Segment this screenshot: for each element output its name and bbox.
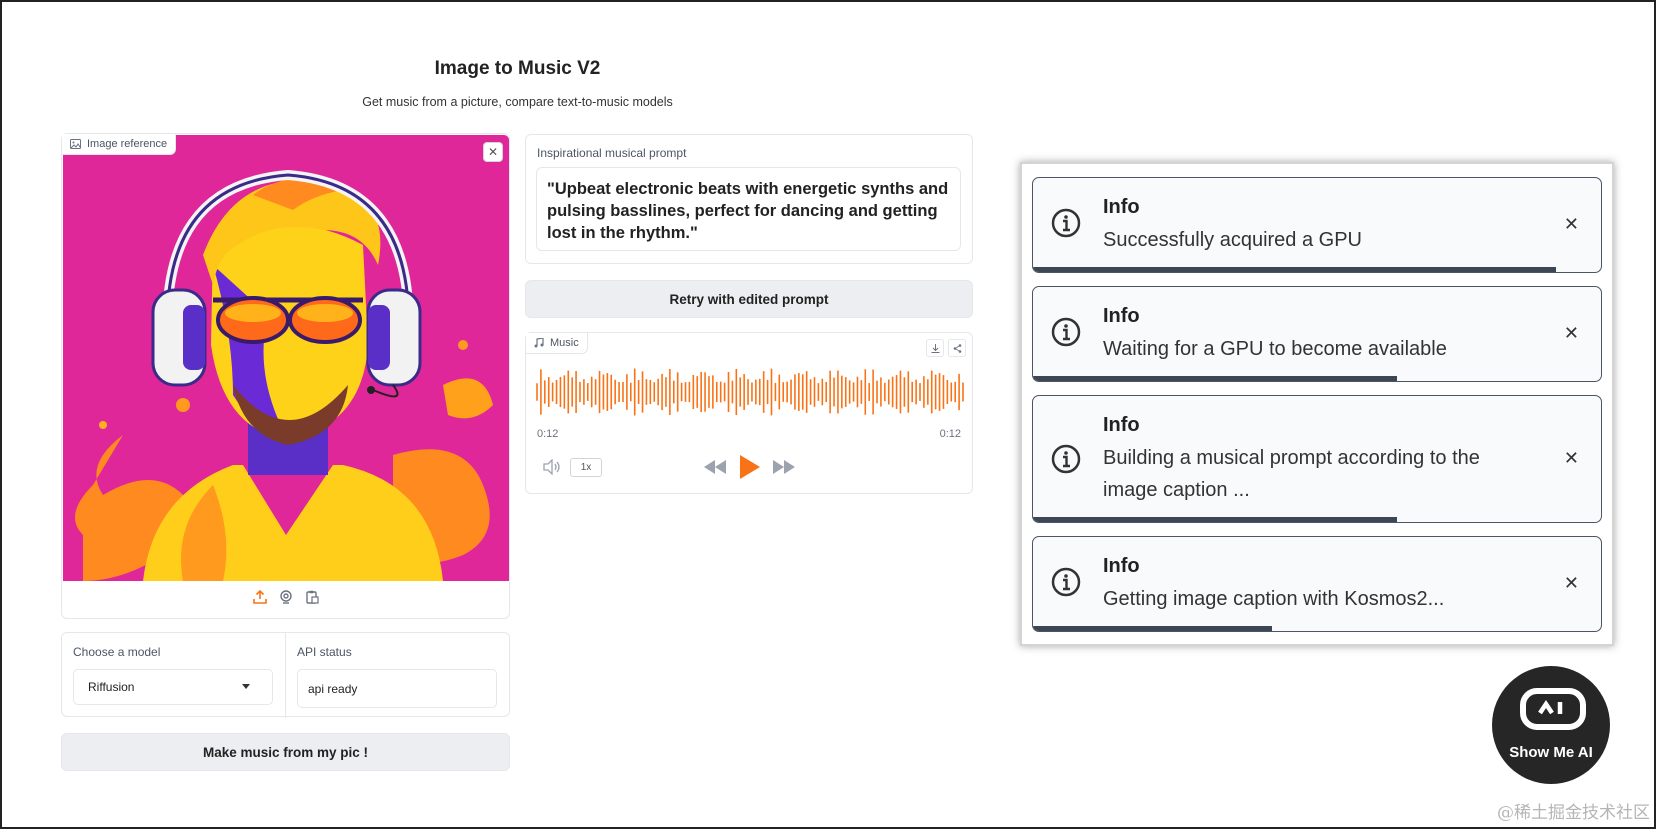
close-icon[interactable]: ✕ [1564, 448, 1579, 469]
forward-button[interactable] [773, 460, 795, 479]
toast-building-prompt: Info Building a musical prompt according… [1032, 395, 1602, 523]
play-button[interactable] [740, 455, 760, 484]
volume-icon [543, 458, 560, 476]
playback-speed-button[interactable]: 1x [570, 458, 602, 477]
retry-button[interactable]: Retry with edited prompt [525, 280, 973, 318]
music-tag: Music [526, 333, 588, 354]
reference-image [63, 135, 509, 581]
webcam-icon[interactable] [278, 589, 294, 605]
music-note-icon [534, 338, 544, 348]
model-settings-panel: Choose a model Riffusion API status api … [61, 632, 510, 718]
time-current: 0:12 [537, 428, 559, 440]
info-icon [1051, 567, 1081, 597]
upload-icon[interactable] [252, 589, 268, 605]
close-icon[interactable]: ✕ [1564, 323, 1579, 344]
badge-text: Show Me AI [1509, 744, 1593, 761]
model-selected-value: Riffusion [88, 680, 135, 694]
toast-message: Waiting for a GPU to become available [1103, 338, 1447, 360]
close-icon[interactable]: ✕ [1564, 573, 1579, 594]
share-button[interactable] [948, 339, 966, 357]
info-icon [1051, 208, 1081, 238]
audio-waveform[interactable] [536, 365, 964, 419]
page-subtitle: Get music from a picture, compare text-t… [362, 95, 673, 109]
toast-gpu-acquired: Info Successfully acquired a GPU ✕ [1032, 177, 1602, 273]
rewind-button[interactable] [704, 460, 726, 479]
caret-down-icon [242, 684, 250, 689]
rewind-icon [704, 460, 726, 474]
volume-button[interactable] [542, 458, 562, 480]
panel-divider [285, 633, 286, 718]
toast-waiting-gpu: Info Waiting for a GPU to become availab… [1032, 286, 1602, 382]
fast-forward-icon [773, 460, 795, 474]
toast-message: Building a musical prompt according to t… [1103, 447, 1480, 501]
show-me-ai-badge: Show Me AI [1492, 666, 1610, 784]
toast-title: Info [1103, 414, 1140, 436]
toast-title: Info [1103, 305, 1140, 327]
prompt-panel: Inspirational musical prompt "Upbeat ele… [525, 134, 973, 264]
toast-title: Info [1103, 555, 1140, 577]
toast-message: Successfully acquired a GPU [1103, 229, 1363, 251]
download-button[interactable] [926, 339, 944, 357]
toast-progress [1033, 626, 1272, 631]
close-icon: ✕ [487, 145, 499, 159]
close-icon[interactable]: ✕ [1564, 214, 1579, 235]
page-title: Image to Music V2 [434, 58, 601, 79]
toast-image-caption: Info Getting image caption with Kosmos2.… [1032, 536, 1602, 632]
image-source-toolbar [62, 589, 509, 605]
robot-logo-icon [1520, 688, 1586, 730]
toast-progress [1033, 267, 1556, 272]
clipboard-icon[interactable] [304, 589, 320, 605]
music-label: Music [550, 337, 579, 349]
api-status-field[interactable]: api ready [297, 669, 497, 708]
watermark: @稀土掘金技术社区 [1497, 803, 1650, 823]
prompt-textarea[interactable]: "Upbeat electronic beats with energetic … [536, 167, 961, 251]
make-music-button[interactable]: Make music from my pic ! [61, 733, 510, 771]
toast-progress [1033, 517, 1397, 522]
api-status-label: API status [297, 645, 352, 659]
time-total: 0:12 [939, 428, 961, 440]
toast-message: Getting image caption with Kosmos2... [1103, 588, 1445, 610]
toast-title: Info [1103, 196, 1140, 218]
info-icon [1051, 317, 1081, 347]
share-icon [953, 343, 961, 353]
info-icon [1051, 444, 1081, 474]
toast-container: Info Successfully acquired a GPU ✕ Info … [1020, 162, 1614, 646]
music-player-panel: Music 0:12 0:12 1x [525, 332, 973, 494]
model-label: Choose a model [73, 645, 161, 659]
download-icon [931, 343, 939, 353]
image-reference-tag: Image reference [62, 134, 177, 155]
model-dropdown[interactable]: Riffusion [73, 669, 273, 705]
prompt-label: Inspirational musical prompt [537, 146, 687, 160]
image-icon [70, 139, 81, 149]
clear-image-button[interactable]: ✕ [483, 142, 503, 162]
image-reference-label: Image reference [87, 138, 168, 150]
image-reference-panel[interactable]: Image reference ✕ [61, 133, 510, 619]
play-icon [740, 455, 760, 479]
toast-progress [1033, 376, 1397, 381]
